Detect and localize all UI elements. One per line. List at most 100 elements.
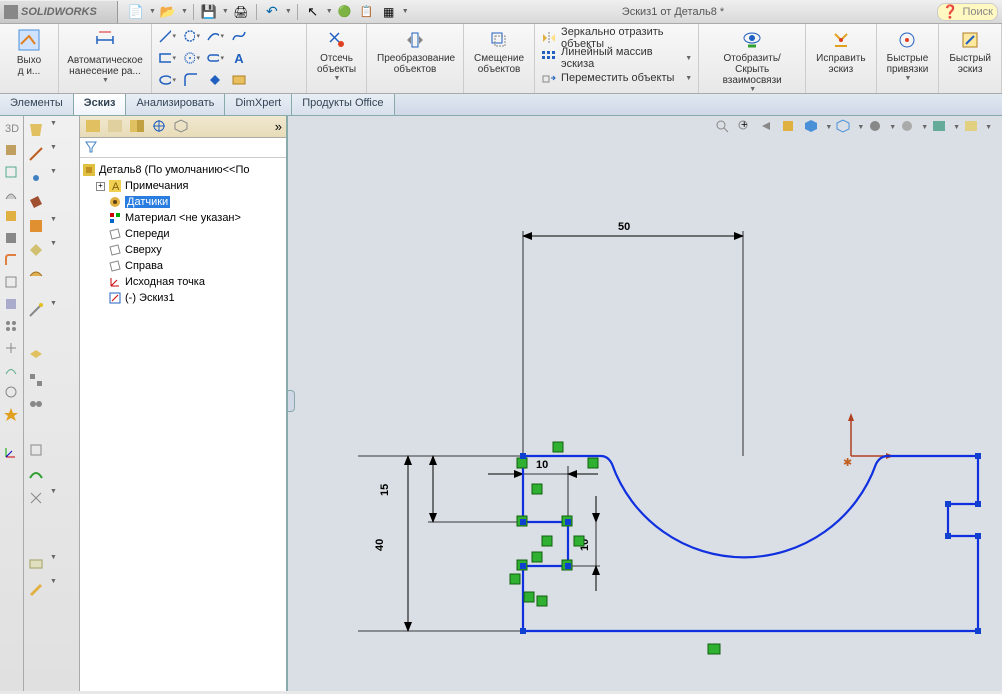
ribbon-mirror[interactable]: Зеркально отразить объекты — [541, 28, 692, 48]
face-icon[interactable] — [26, 120, 48, 142]
search-box[interactable]: Поиск — [937, 3, 998, 21]
undo-icon[interactable] — [262, 3, 282, 21]
polygon-tool-icon[interactable]: ▾ — [182, 50, 200, 66]
tree-annotations[interactable]: + A Примечания — [82, 178, 284, 194]
edge-icon[interactable] — [26, 144, 48, 166]
tree-tab-origin-icon[interactable] — [150, 118, 170, 136]
spline-tool-icon[interactable] — [230, 28, 248, 44]
plane-icon — [108, 243, 122, 257]
scroll-tool-icon[interactable] — [26, 554, 48, 576]
panel-splitter-handle[interactable] — [287, 390, 295, 412]
axis-filter-icon[interactable] — [26, 216, 48, 238]
ribbon-repair[interactable]: Исправить эскиз — [810, 26, 871, 77]
ribbon: Выхо д и... Автоматическое нанесение ра.… — [0, 24, 1002, 94]
tree-sketch1[interactable]: (-) Эскиз1 — [82, 290, 284, 306]
tree-tab-config-icon[interactable] — [84, 118, 104, 136]
tree-origin[interactable]: Исходная точка — [82, 274, 284, 290]
slot-tool-icon[interactable]: ▾ — [206, 50, 224, 66]
vertex-icon[interactable] — [26, 168, 48, 190]
expand-icon[interactable]: + — [96, 182, 105, 191]
text-tool-icon[interactable]: A — [230, 50, 248, 66]
save-icon[interactable] — [199, 3, 219, 21]
ribbon-exit-sketch[interactable]: Выхо д и... — [0, 24, 59, 93]
curve-feat-icon[interactable] — [3, 362, 21, 380]
star-icon[interactable] — [3, 406, 21, 424]
tab-evaluate[interactable]: Анализировать — [126, 94, 225, 115]
assembly-icon[interactable] — [26, 370, 48, 392]
spline-green-icon[interactable] — [26, 464, 48, 486]
tree-tab-3d-icon[interactable] — [172, 118, 192, 136]
triad-icon[interactable] — [3, 444, 21, 462]
sketch-drawing[interactable]: ✱ 50 40 — [288, 116, 1002, 691]
arc-tool-icon[interactable]: ▾ — [206, 28, 224, 44]
tool-a-icon[interactable] — [26, 440, 48, 462]
ribbon-trim[interactable]: Отсечь объекты▼ — [311, 26, 362, 84]
tree-material[interactable]: Материал <не указан> — [82, 210, 284, 226]
note-icon[interactable] — [26, 240, 48, 262]
ribbon-convert[interactable]: Преобразование объектов — [371, 26, 459, 77]
ribbon-display-relations[interactable]: Отобразить/Скрыть взаимосвязи▼ — [703, 26, 801, 95]
body-icon[interactable] — [3, 142, 21, 160]
point-tool-icon[interactable] — [206, 72, 224, 88]
pattern-icon[interactable] — [3, 318, 21, 336]
tab-features[interactable]: Элементы — [0, 94, 74, 115]
sketch-icon — [108, 291, 122, 305]
tree-plane-right[interactable]: Справа — [82, 258, 284, 274]
tree-plane-top[interactable]: Сверху — [82, 242, 284, 258]
ribbon-move[interactable]: Переместить объекты▼ — [541, 68, 692, 88]
shell-icon[interactable] — [3, 296, 21, 314]
rebuild-icon[interactable]: 🟢 — [335, 3, 355, 21]
plane-tool-icon[interactable] — [230, 72, 248, 88]
ellipse-tool-icon[interactable]: ▾ — [158, 72, 176, 88]
hole-icon[interactable] — [3, 384, 21, 402]
solid-icon[interactable] — [3, 208, 21, 226]
tab-sketch[interactable]: Эскиз — [74, 94, 127, 115]
properties-icon[interactable] — [379, 3, 399, 21]
chamfer-icon[interactable] — [3, 274, 21, 292]
command-tabs: Элементы Эскиз Анализировать DimXpert Пр… — [0, 94, 1002, 116]
wand-icon[interactable] — [26, 300, 48, 322]
ribbon-quick-snaps[interactable]: Быстрые привязки▼ — [881, 26, 935, 84]
tree-sensors[interactable]: Датчики — [82, 194, 284, 210]
fillet-tool-icon[interactable] — [182, 72, 200, 88]
clip-icon[interactable] — [26, 488, 48, 510]
tab-office[interactable]: Продукты Office — [292, 94, 394, 115]
circle-tool-icon[interactable]: ▾ — [182, 28, 200, 44]
ribbon-offset[interactable]: Смещение объектов — [468, 26, 530, 77]
tree-filter[interactable] — [80, 138, 286, 158]
dimension-15: 15 — [379, 456, 523, 522]
tree-plane-front[interactable]: Спереди — [82, 226, 284, 242]
tab-dimxpert[interactable]: DimXpert — [225, 94, 292, 115]
ribbon-linear-pattern[interactable]: Линейный массив эскиза▼ — [541, 48, 692, 68]
svg-text:40: 40 — [374, 539, 386, 551]
svg-text:✱: ✱ — [843, 457, 852, 469]
sweep-icon[interactable] — [3, 186, 21, 204]
ribbon-rapid-sketch[interactable]: Быстрый эскиз — [943, 26, 997, 77]
graphics-viewport[interactable]: + ▼ ▼ ▼ ▼ ▼ ▼ — [288, 116, 1002, 691]
options-icon[interactable] — [357, 3, 377, 21]
surf-filter-icon[interactable] — [26, 264, 48, 286]
pencil-tool-icon[interactable] — [26, 578, 48, 600]
svg-text:10: 10 — [536, 459, 548, 471]
print-icon[interactable] — [231, 3, 251, 21]
open-icon[interactable] — [158, 3, 178, 21]
layer-icon[interactable] — [26, 346, 48, 368]
mate-icon[interactable] — [26, 394, 48, 416]
cut-icon[interactable] — [3, 230, 21, 248]
help-icon — [942, 4, 958, 20]
feature-box-icon[interactable] — [3, 164, 21, 182]
plane-filter-icon[interactable] — [26, 192, 48, 214]
ref-geom-icon[interactable] — [3, 340, 21, 358]
line-tool-icon[interactable]: ▾ — [158, 28, 176, 44]
new-icon[interactable] — [126, 3, 146, 21]
tree-tab-display-icon[interactable] — [128, 118, 148, 136]
ribbon-smart-dimension[interactable]: Автоматическое нанесение ра... ▼ — [59, 24, 152, 93]
view-3d-icon[interactable]: 3D — [3, 120, 21, 138]
logo-cube-icon — [4, 5, 18, 19]
tree-expand-icon[interactable]: » — [275, 119, 282, 134]
rectangle-tool-icon[interactable]: ▾ — [158, 50, 176, 66]
fillet-feat-icon[interactable] — [3, 252, 21, 270]
select-icon[interactable] — [303, 3, 323, 21]
tree-tab-prop-icon[interactable] — [106, 118, 126, 136]
tree-root[interactable]: Деталь8 (По умолчанию<<По — [82, 162, 284, 178]
